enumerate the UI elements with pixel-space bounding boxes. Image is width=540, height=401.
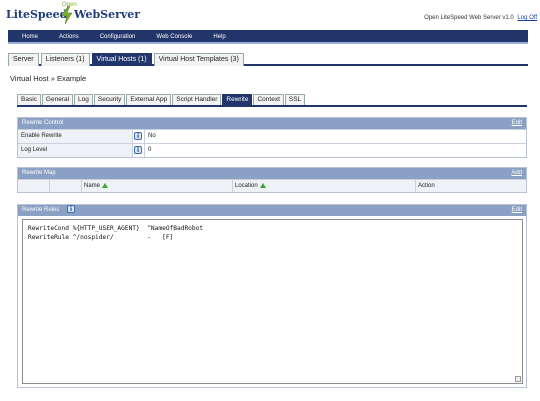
menu-item-home[interactable]: Home [15, 30, 45, 42]
tab-context[interactable]: Context [253, 94, 284, 105]
server-version-text: Open LiteSpeed Web Server v1.0 [424, 15, 514, 21]
log-level-row: Log Level i 0 [18, 143, 526, 157]
enable-rewrite-label: Enable Rewrite [18, 130, 133, 143]
menu-item-configuration[interactable]: Configuration [93, 30, 143, 42]
tab-script-handler[interactable]: Script Handler [172, 94, 222, 105]
info-icon[interactable]: i [134, 132, 142, 140]
logoff-link[interactable]: Log Off [517, 15, 537, 21]
rewrite-control-panel: Rewrite Control Edit Enable Rewrite i No… [17, 117, 527, 158]
tab-server[interactable]: Server [8, 53, 39, 66]
rewrite-map-title: Rewrite Map [22, 170, 56, 176]
tab-ssl[interactable]: SSL [284, 94, 306, 105]
tab-general[interactable]: General [41, 94, 74, 105]
tab-external-app[interactable]: External App [126, 94, 172, 105]
logo-brand-left: LiteSpeed [6, 8, 68, 21]
rewrite-rules-edit-link[interactable]: Edit [512, 205, 522, 216]
name-column-label: Name [84, 183, 101, 189]
logo-brand-right: WebServer [74, 8, 141, 21]
rewrite-map-header: Rewrite Map Add [18, 168, 526, 179]
action-column-header: Action [416, 180, 435, 192]
log-level-label: Log Level [18, 144, 133, 157]
log-level-value: 0 [148, 147, 152, 153]
config-tabs: Server Listeners (1) Virtual Hosts (1) V… [8, 50, 528, 66]
rewrite-map-panel: Rewrite Map Add Name Location Action [17, 167, 527, 193]
rewrite-control-title: Rewrite Control [22, 120, 64, 126]
rewrite-rules-content: RewriteCond %{HTTP_USER_AGENT} ^NameOfBa… [28, 225, 204, 241]
enable-rewrite-row: Enable Rewrite i No [18, 129, 526, 143]
litespeed-logo: Open LiteSpeed WebServer [4, 2, 144, 28]
rewrite-map-add-link[interactable]: Add [511, 168, 522, 179]
tab-listeners[interactable]: Listeners (1) [40, 53, 90, 66]
page-title: Virtual Host » Example [10, 74, 87, 83]
sort-arrow-icon[interactable] [102, 183, 109, 188]
server-info: Open LiteSpeed Web Server v1.0 Log Off [424, 15, 537, 21]
vhost-tabs: Basic General Log Security External App … [17, 94, 527, 107]
info-icon[interactable]: i [67, 205, 76, 213]
info-icon[interactable]: i [134, 146, 142, 154]
menu-item-actions[interactable]: Actions [52, 30, 86, 42]
rewrite-control-edit-link[interactable]: Edit [512, 118, 522, 129]
main-menu-bar: Home Actions Configuration Web Console H… [8, 30, 528, 44]
lightning-bolt-icon [61, 6, 73, 24]
rewrite-rules-header: Rewrite Rules i Edit [18, 205, 526, 216]
location-column-header[interactable]: Location [233, 180, 416, 192]
rewrite-rules-panel: Rewrite Rules i Edit RewriteCond %{HTTP_… [17, 204, 527, 388]
tab-security[interactable]: Security [93, 94, 126, 105]
sort-arrow-icon[interactable] [259, 183, 266, 188]
tab-log[interactable]: Log [74, 94, 93, 105]
enable-rewrite-value: No [148, 133, 156, 139]
tab-virtual-host-templates[interactable]: Virtual Host Templates (3) [153, 53, 244, 66]
action-column-label: Action [418, 183, 435, 189]
rewrite-map-column-headers: Name Location Action [18, 179, 526, 192]
location-column-label: Location [235, 183, 258, 189]
tab-virtual-hosts[interactable]: Virtual Hosts (1) [91, 53, 152, 66]
tab-basic[interactable]: Basic [17, 94, 41, 105]
rewrite-control-header: Rewrite Control Edit [18, 118, 526, 129]
rewrite-rules-title: Rewrite Rules [22, 207, 60, 213]
name-column-header[interactable]: Name [82, 180, 233, 192]
resize-grip-icon[interactable] [515, 376, 521, 382]
menu-item-web-console[interactable]: Web Console [149, 30, 199, 42]
tab-rewrite[interactable]: Rewrite [222, 94, 253, 105]
rewrite-rules-textarea[interactable]: RewriteCond %{HTTP_USER_AGENT} ^NameOfBa… [22, 219, 523, 384]
menu-item-help[interactable]: Help [206, 30, 232, 42]
